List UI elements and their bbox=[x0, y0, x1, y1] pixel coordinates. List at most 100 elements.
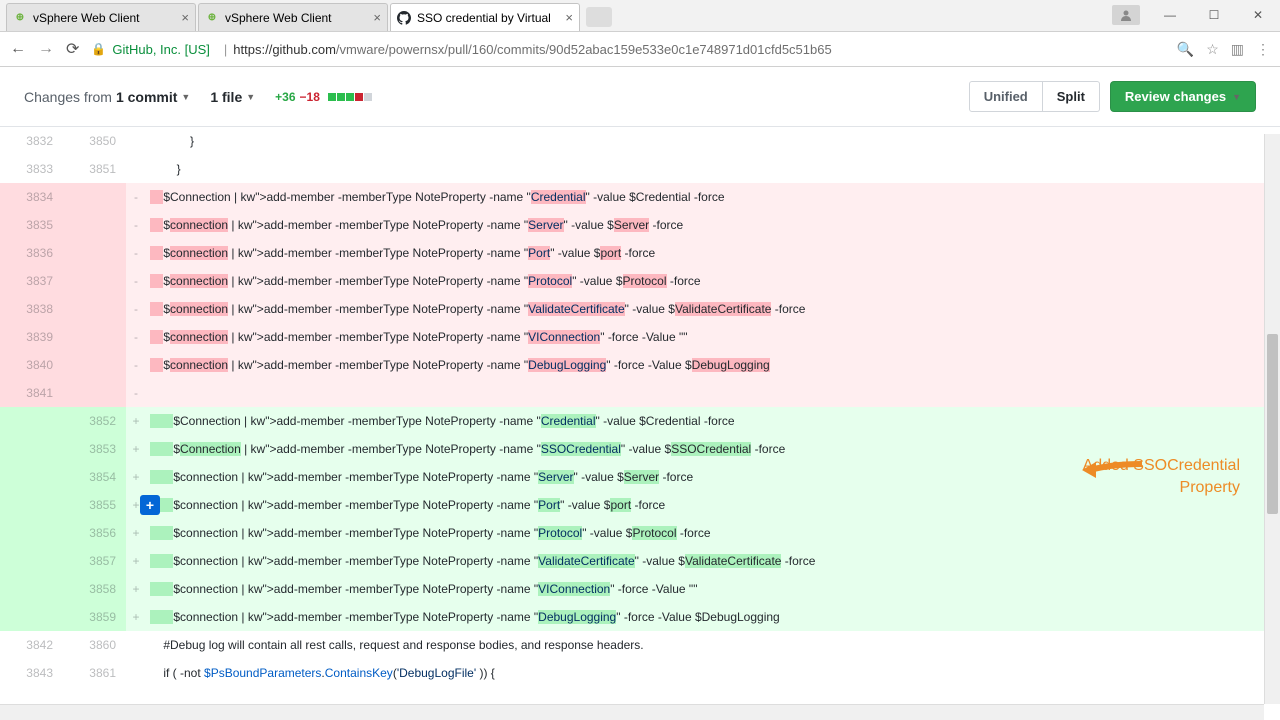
code-content[interactable]: $connection | kw">add-member -memberType… bbox=[146, 575, 1280, 603]
line-number-old[interactable] bbox=[0, 407, 63, 435]
vertical-scrollbar[interactable] bbox=[1264, 134, 1280, 704]
code-content[interactable]: } bbox=[146, 155, 1280, 183]
code-content[interactable]: #Debug log will contain all rest calls, … bbox=[146, 631, 1280, 659]
line-number-old[interactable]: 3835 bbox=[0, 211, 63, 239]
line-number-new[interactable] bbox=[63, 351, 126, 379]
line-number-new[interactable]: 3850 bbox=[63, 127, 126, 155]
diff-line: 3839- $connection | kw">add-member -memb… bbox=[0, 323, 1280, 351]
horizontal-scrollbar[interactable] bbox=[0, 704, 1264, 720]
line-number-old[interactable]: 3842 bbox=[0, 631, 63, 659]
line-number-old[interactable] bbox=[0, 435, 63, 463]
line-number-old[interactable]: 3832 bbox=[0, 127, 63, 155]
split-button[interactable]: Split bbox=[1043, 81, 1100, 112]
code-content[interactable]: $connection | kw">add-member -memberType… bbox=[146, 239, 1280, 267]
browser-tab[interactable]: ⊕vSphere Web Client× bbox=[198, 3, 388, 31]
line-number-old[interactable]: 3838 bbox=[0, 295, 63, 323]
reader-icon[interactable]: ▥ bbox=[1231, 41, 1244, 58]
line-number-new[interactable]: 3857 bbox=[63, 547, 126, 575]
line-number-new[interactable]: 3858 bbox=[63, 575, 126, 603]
line-number-new[interactable]: 3851 bbox=[63, 155, 126, 183]
browser-tab[interactable]: ⊕vSphere Web Client× bbox=[6, 3, 196, 31]
code-content[interactable]: } bbox=[146, 127, 1280, 155]
line-number-new[interactable]: 3853 bbox=[63, 435, 126, 463]
line-number-old[interactable]: 3840 bbox=[0, 351, 63, 379]
code-content[interactable]: if ( -not $PsBoundParameters.ContainsKey… bbox=[146, 659, 1280, 687]
reload-button[interactable]: ⟳ bbox=[66, 39, 79, 59]
line-number-new[interactable]: 3861 bbox=[63, 659, 126, 687]
line-number-old[interactable]: 3841 bbox=[0, 379, 63, 407]
line-number-new[interactable] bbox=[63, 323, 126, 351]
browser-tab[interactable]: SSO credential by Virtual × bbox=[390, 3, 580, 31]
code-content[interactable]: $connection | kw">add-member -memberType… bbox=[146, 267, 1280, 295]
changes-from-dropdown[interactable]: Changes from 1 commit ▼ bbox=[24, 89, 190, 105]
window-close-button[interactable]: ✕ bbox=[1236, 4, 1280, 26]
maximize-button[interactable]: ☐ bbox=[1192, 4, 1236, 26]
line-number-old[interactable] bbox=[0, 547, 63, 575]
line-number-new[interactable] bbox=[63, 379, 126, 407]
line-number-old[interactable]: 3843 bbox=[0, 659, 63, 687]
close-icon[interactable]: × bbox=[181, 10, 189, 25]
profile-avatar[interactable] bbox=[1112, 5, 1140, 25]
diff-line: 3836- $connection | kw">add-member -memb… bbox=[0, 239, 1280, 267]
star-icon[interactable]: ☆ bbox=[1206, 41, 1219, 58]
line-number-new[interactable]: 3854 bbox=[63, 463, 126, 491]
line-number-new[interactable] bbox=[63, 267, 126, 295]
line-number-old[interactable]: 3837 bbox=[0, 267, 63, 295]
line-number-new[interactable] bbox=[63, 211, 126, 239]
code-content[interactable]: $connection | kw">add-member -memberType… bbox=[146, 547, 1280, 575]
line-number-old[interactable] bbox=[0, 463, 63, 491]
tab-title: SSO credential by Virtual bbox=[417, 11, 551, 25]
menu-icon[interactable]: ⋮ bbox=[1256, 41, 1270, 58]
line-number-new[interactable] bbox=[63, 239, 126, 267]
diff-line: 38323850 } bbox=[0, 127, 1280, 155]
add-comment-button[interactable]: + bbox=[140, 495, 160, 515]
diff-view-toggle[interactable]: Unified Split bbox=[969, 81, 1100, 112]
diff-view: 38323850 }38333851 }3834- $Connection | … bbox=[0, 127, 1280, 687]
tab-favicon: ⊕ bbox=[13, 11, 27, 25]
code-content[interactable]: $Connection | kw">add-member -memberType… bbox=[146, 407, 1280, 435]
line-number-old[interactable]: 3836 bbox=[0, 239, 63, 267]
code-content[interactable]: $connection | kw">add-member -memberType… bbox=[146, 519, 1280, 547]
code-content[interactable]: $connection | kw">add-member -memberType… bbox=[146, 351, 1280, 379]
diff-line: 38333851 } bbox=[0, 155, 1280, 183]
code-content[interactable]: $connection | kw">add-member -memberType… bbox=[146, 323, 1280, 351]
diff-toolbar: Changes from 1 commit ▼ 1 file ▼ +36 −18… bbox=[0, 67, 1280, 127]
minimize-button[interactable]: — bbox=[1148, 4, 1192, 26]
window-controls: — ☐ ✕ bbox=[1112, 0, 1280, 31]
cert-org: GitHub, Inc. [US] bbox=[112, 42, 210, 57]
line-number-old[interactable]: 3839 bbox=[0, 323, 63, 351]
close-icon[interactable]: × bbox=[565, 10, 573, 25]
code-content[interactable]: $connection | kw">add-member -memberType… bbox=[146, 295, 1280, 323]
zoom-icon[interactable]: 🔍 bbox=[1177, 41, 1194, 58]
back-button[interactable]: ← bbox=[10, 40, 26, 58]
line-number-new[interactable]: 3855 bbox=[63, 491, 126, 519]
diff-line: 3856+ $connection | kw">add-member -memb… bbox=[0, 519, 1280, 547]
new-tab-button[interactable] bbox=[586, 7, 612, 27]
line-number-new[interactable]: 3860 bbox=[63, 631, 126, 659]
code-content[interactable]: $Connection | kw">add-member -memberType… bbox=[146, 183, 1280, 211]
diff-line: 3835- $connection | kw">add-member -memb… bbox=[0, 211, 1280, 239]
forward-button[interactable]: → bbox=[38, 40, 54, 58]
line-number-old[interactable] bbox=[0, 491, 63, 519]
line-number-old[interactable] bbox=[0, 575, 63, 603]
diff-line: 3837- $connection | kw">add-member -memb… bbox=[0, 267, 1280, 295]
close-icon[interactable]: × bbox=[373, 10, 381, 25]
review-changes-button[interactable]: Review changes▼ bbox=[1110, 81, 1256, 112]
address-bar: ← → ⟳ 🔒 GitHub, Inc. [US] | https://gith… bbox=[0, 32, 1280, 67]
line-number-old[interactable]: 3834 bbox=[0, 183, 63, 211]
line-number-new[interactable]: 3856 bbox=[63, 519, 126, 547]
line-number-new[interactable] bbox=[63, 295, 126, 323]
file-filter-dropdown[interactable]: 1 file ▼ bbox=[210, 89, 255, 105]
line-number-old[interactable]: 3833 bbox=[0, 155, 63, 183]
unified-button[interactable]: Unified bbox=[969, 81, 1043, 112]
line-number-old[interactable] bbox=[0, 519, 63, 547]
url-field[interactable]: 🔒 GitHub, Inc. [US] | https://github.com… bbox=[91, 42, 1164, 57]
code-content[interactable] bbox=[146, 379, 1280, 407]
line-number-new[interactable]: 3859 bbox=[63, 603, 126, 631]
line-number-new[interactable]: 3852 bbox=[63, 407, 126, 435]
code-content[interactable]: $connection | kw">add-member -memberType… bbox=[146, 211, 1280, 239]
code-content[interactable]: $connection | kw">add-member -memberType… bbox=[146, 603, 1280, 631]
line-number-old[interactable] bbox=[0, 603, 63, 631]
tab-favicon: ⊕ bbox=[205, 11, 219, 25]
line-number-new[interactable] bbox=[63, 183, 126, 211]
